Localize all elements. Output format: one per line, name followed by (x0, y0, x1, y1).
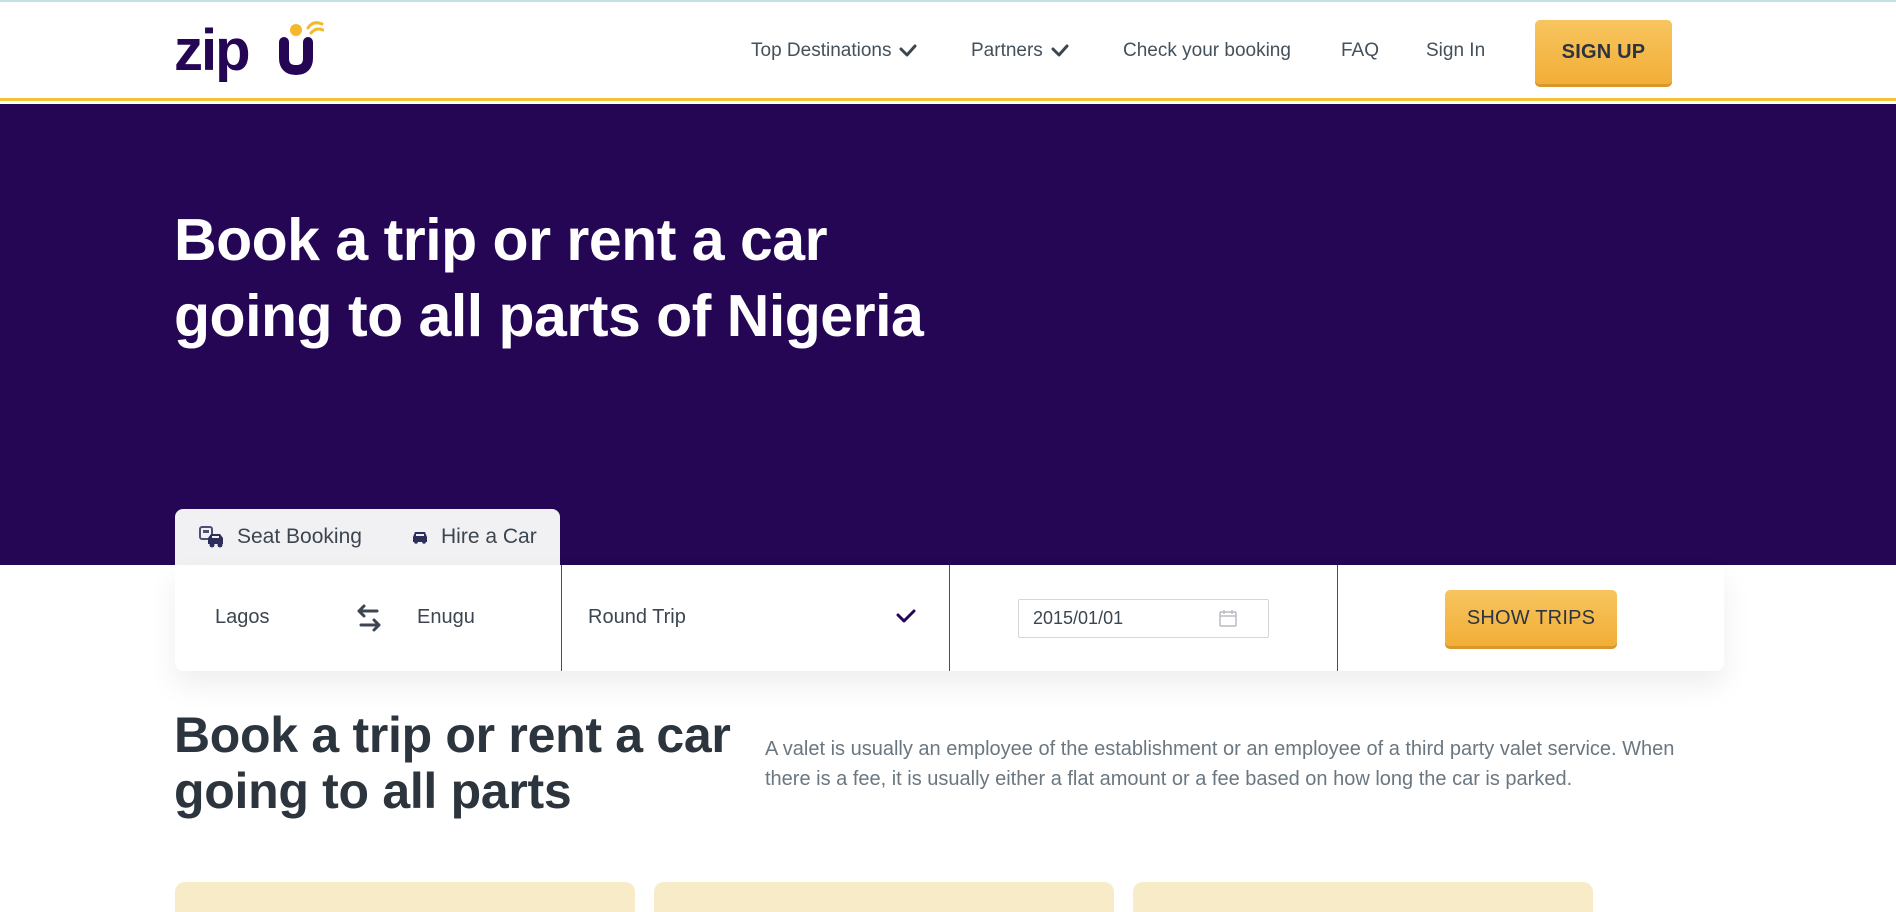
date-segment: 2015/01/01 (949, 565, 1337, 671)
zipu-logo[interactable]: zip (174, 18, 325, 86)
nav-faq[interactable]: FAQ (1341, 40, 1379, 62)
tab-seat-booking-label: Seat Booking (237, 525, 362, 548)
intro-title: Book a trip or rent a car going to all p… (174, 707, 731, 819)
departure-date-input[interactable]: 2015/01/01 (1018, 599, 1269, 638)
calendar-icon[interactable] (1219, 610, 1237, 627)
nav-check-booking[interactable]: Check your booking (1123, 40, 1291, 62)
trip-search-bar: Lagos Enugu Round Trip 2015/01/01 SHOW T… (175, 565, 1724, 671)
chevron-down-icon (899, 44, 917, 57)
trip-type-segment: Round Trip (561, 565, 949, 671)
tab-hire-car-label: Hire a Car (441, 525, 537, 548)
from-city-field[interactable]: Lagos (215, 606, 270, 629)
swap-arrows-icon[interactable] (353, 603, 385, 635)
intro-description: A valet is usually an employee of the es… (765, 738, 1675, 790)
submit-segment: SHOW TRIPS (1337, 565, 1724, 671)
to-city-field[interactable]: Enugu (417, 606, 475, 629)
departure-date-value: 2015/01/01 (1033, 608, 1124, 628)
route-segment: Lagos Enugu (175, 565, 561, 671)
hero-title-line-1: Book a trip or rent a car (174, 207, 828, 273)
nav-partners[interactable]: Partners (971, 40, 1069, 62)
nav-top-destinations[interactable]: Top Destinations (751, 40, 917, 62)
chevron-down-icon (1051, 44, 1069, 57)
bus-seat-icon (199, 526, 223, 548)
hero-banner: Book a trip or rent a car going to all p… (0, 104, 1896, 565)
hero-title: Book a trip or rent a car going to all p… (174, 202, 1074, 354)
feature-card-2[interactable] (654, 882, 1114, 912)
site-header: zip Top Destinations Partners Check your… (0, 2, 1896, 101)
nav-check-booking-label: Check your booking (1123, 40, 1291, 61)
nav-faq-label: FAQ (1341, 40, 1380, 61)
chevron-down-icon (896, 609, 916, 623)
nav-sign-in-label: Sign In (1426, 40, 1486, 61)
feature-card-1[interactable] (175, 882, 635, 912)
sign-up-button[interactable]: SIGN UP (1535, 20, 1672, 84)
nav-top-destinations-label: Top Destinations (751, 40, 892, 61)
feature-card-3[interactable] (1133, 882, 1593, 912)
car-icon (413, 532, 427, 544)
tab-seat-booking[interactable]: Seat Booking (199, 525, 362, 549)
svg-text:zip: zip (174, 20, 249, 83)
booking-tabs: Seat Booking Hire a Car (175, 509, 560, 566)
nav-sign-in[interactable]: Sign In (1426, 40, 1485, 62)
trip-type-select[interactable]: Round Trip (588, 606, 928, 629)
zipu-logo-mark: zip (174, 18, 325, 83)
tab-hire-car[interactable]: Hire a Car (411, 525, 537, 549)
hero-title-line-2: going to all parts of Nigeria (174, 283, 924, 349)
show-trips-button[interactable]: SHOW TRIPS (1445, 590, 1617, 646)
nav-partners-label: Partners (971, 40, 1043, 61)
